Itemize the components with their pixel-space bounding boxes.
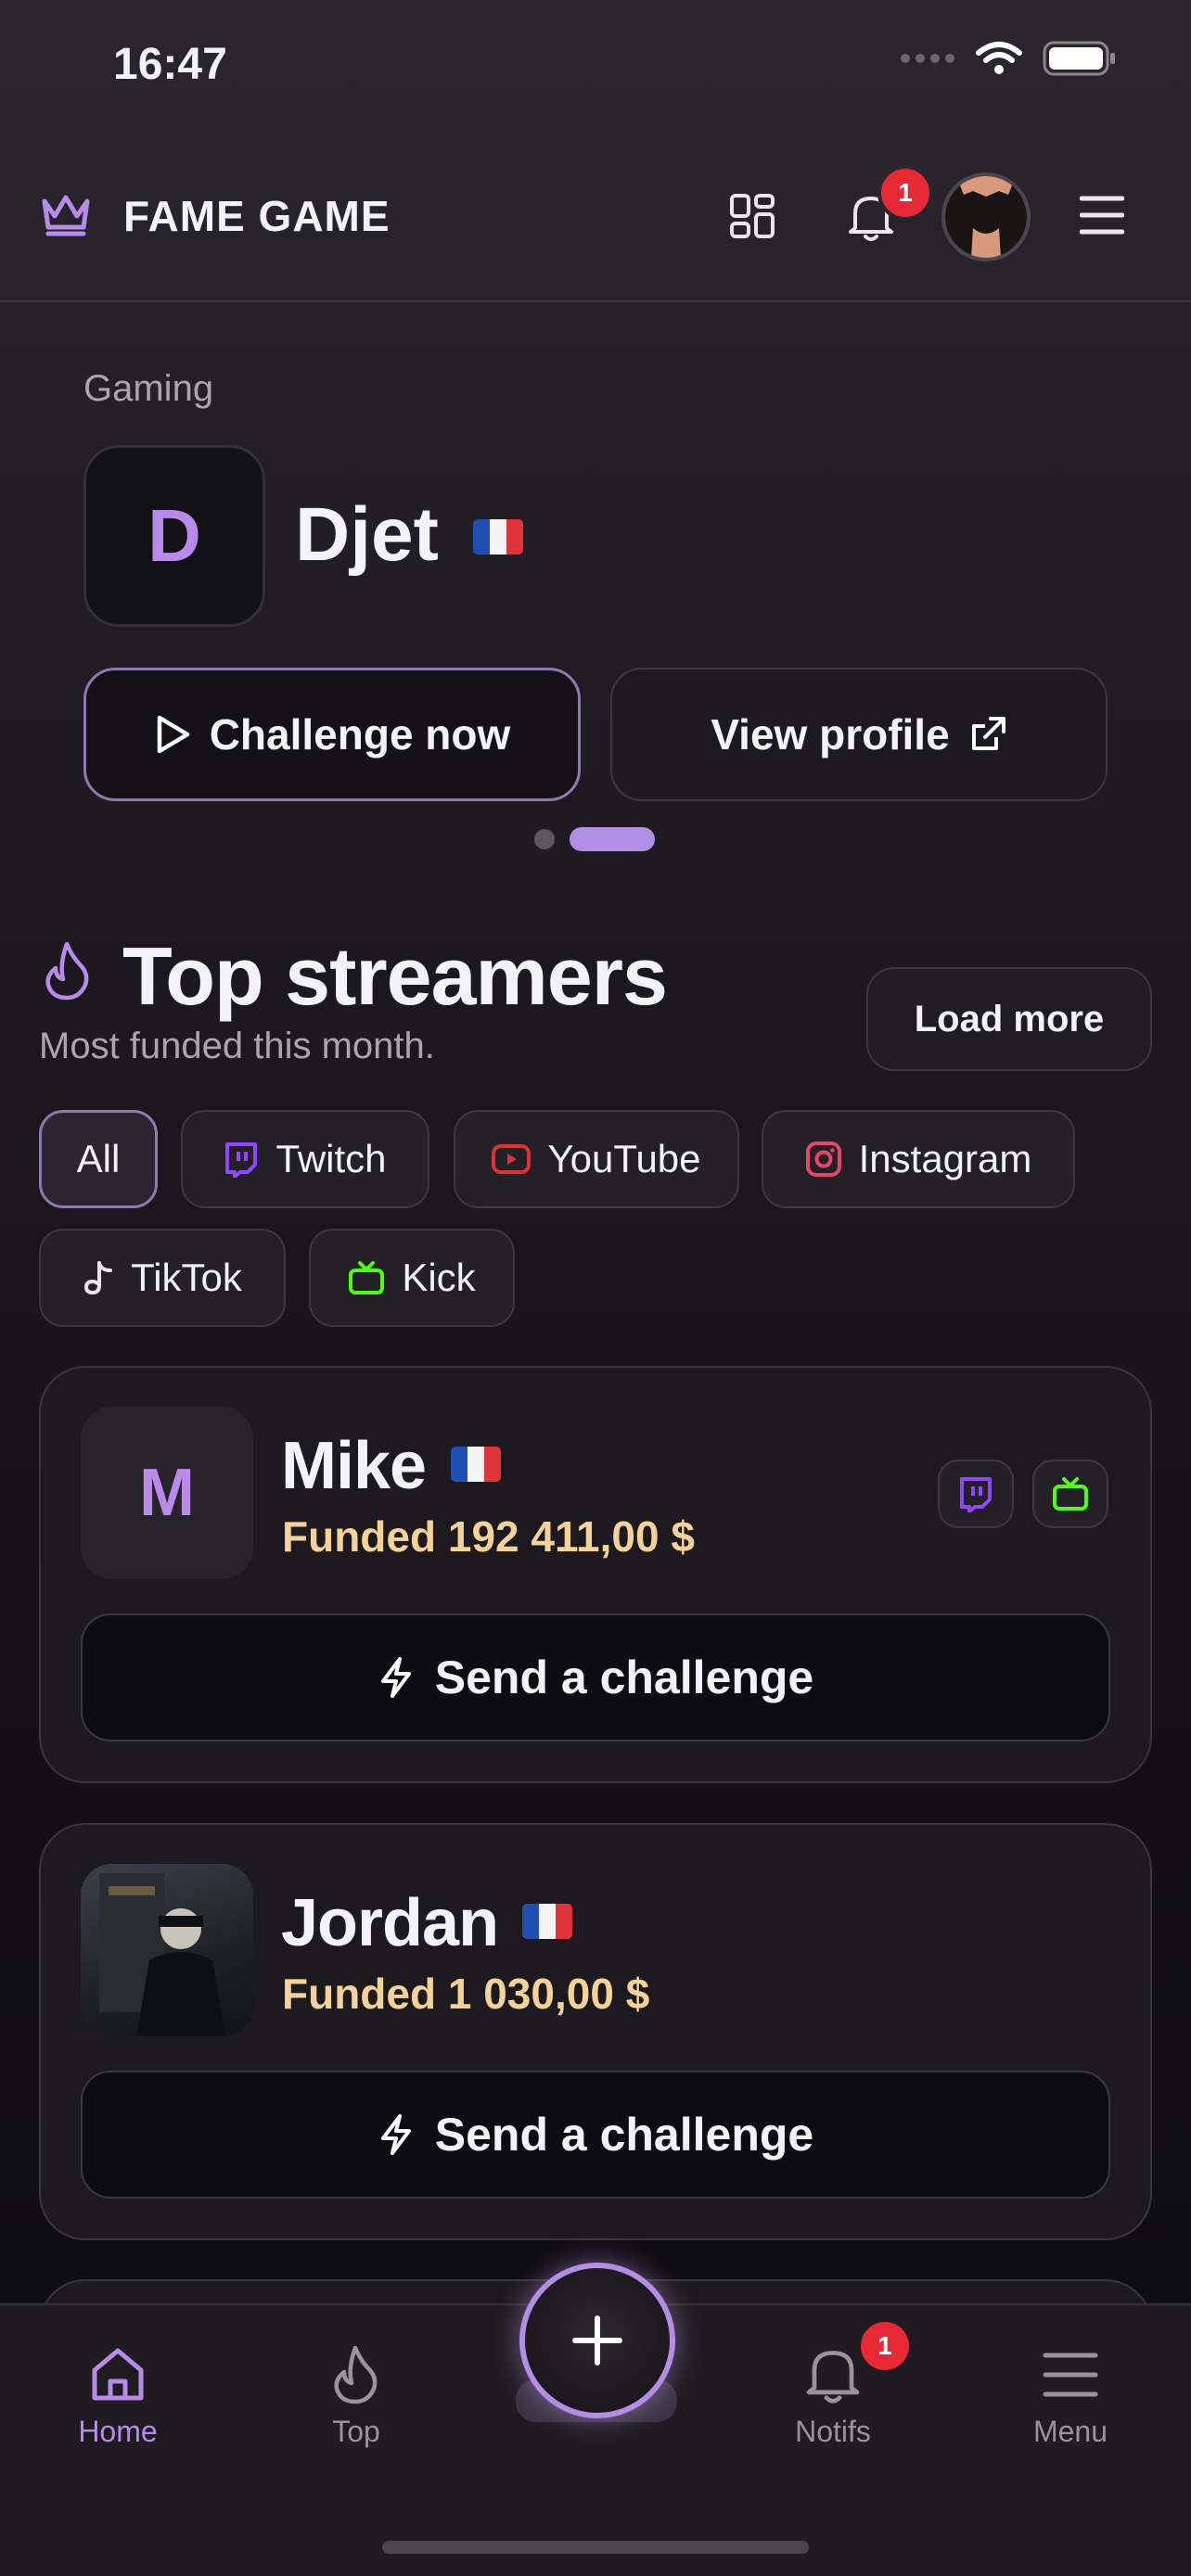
hamburger-menu-icon — [1043, 2353, 1098, 2397]
filter-label: Instagram — [858, 1137, 1032, 1180]
streamer-name: Mike — [281, 1429, 427, 1503]
send-challenge-label: Send a challenge — [434, 2109, 814, 2161]
france-flag-icon — [522, 1904, 572, 1939]
plus-icon — [572, 2315, 622, 2366]
battery-icon — [1043, 41, 1115, 76]
bell-icon — [806, 2351, 860, 2404]
section-subtitle: Most funded this month. — [39, 1026, 435, 1066]
grid-icon[interactable] — [729, 193, 775, 239]
twitch-icon — [960, 1477, 992, 1512]
hamburger-menu-icon[interactable] — [1080, 195, 1124, 236]
tab-top[interactable]: Top — [273, 2344, 440, 2449]
filter-label: YouTube — [547, 1137, 701, 1180]
platform-twitch-badge[interactable] — [938, 1460, 1014, 1528]
notification-badge: 1 — [857, 2318, 913, 2374]
streamer-funded: Funded 1 030,00 $ — [282, 1970, 650, 2018]
filter-tiktok[interactable]: TikTok — [39, 1229, 286, 1327]
featured-category: Gaming — [83, 368, 214, 409]
create-button[interactable] — [519, 2263, 675, 2418]
brand-name: FAME GAME — [123, 192, 391, 240]
load-more-button[interactable]: Load more — [866, 967, 1152, 1071]
send-challenge-label: Send a challenge — [434, 1651, 814, 1703]
twitch-icon — [225, 1142, 258, 1178]
avatar-image — [99, 1873, 225, 2036]
carousel-dot[interactable] — [534, 829, 555, 849]
section-title: Top streamers — [122, 930, 668, 1022]
streamer-avatar — [81, 1864, 253, 2036]
kick-icon — [349, 1261, 385, 1294]
tab-label: Home — [78, 2415, 158, 2448]
filter-label: Twitch — [275, 1137, 387, 1180]
view-profile-button[interactable]: View profile — [610, 668, 1108, 801]
instagram-icon — [805, 1141, 841, 1177]
filter-youtube[interactable]: YouTube — [454, 1110, 739, 1208]
send-challenge-button[interactable]: Send a challenge — [81, 1613, 1110, 1741]
kick-icon — [1053, 1477, 1088, 1511]
home-icon — [92, 2348, 144, 2401]
crown-icon — [42, 195, 90, 236]
avatar-image — [945, 176, 1027, 258]
youtube-icon — [492, 1144, 531, 1174]
tab-label: Top — [332, 2415, 380, 2448]
challenge-now-button[interactable]: Challenge now — [83, 668, 581, 801]
tab-menu[interactable]: Menu — [987, 2344, 1154, 2449]
featured-name: Djet — [295, 492, 439, 577]
user-avatar[interactable] — [941, 172, 1031, 261]
platform-kick-badge[interactable] — [1032, 1460, 1108, 1528]
tab-label: Menu — [1032, 2415, 1108, 2448]
wifi-icon — [976, 42, 1022, 74]
filter-kick[interactable]: Kick — [309, 1229, 515, 1327]
filter-label: TikTok — [131, 1256, 242, 1299]
play-icon — [157, 715, 189, 754]
cellular-icon — [901, 54, 954, 63]
status-time: 16:47 — [113, 40, 227, 89]
fire-icon — [334, 2345, 378, 2404]
tiktok-icon — [84, 1261, 113, 1295]
france-flag-icon — [451, 1447, 501, 1482]
fire-icon — [45, 941, 89, 1001]
send-challenge-button[interactable]: Send a challenge — [81, 2071, 1110, 2199]
challenge-now-label: Challenge now — [209, 710, 511, 759]
view-profile-label: View profile — [711, 710, 950, 759]
filter-label: Kick — [402, 1256, 476, 1299]
tab-home[interactable]: Home — [34, 2344, 201, 2449]
carousel-dot-active[interactable] — [570, 827, 655, 851]
streamer-name: Jordan — [281, 1886, 499, 1960]
france-flag-icon — [473, 519, 523, 555]
filter-all[interactable]: All — [39, 1110, 158, 1208]
external-link-icon — [971, 717, 1005, 750]
status-icons — [900, 41, 1117, 76]
filter-twitch[interactable]: Twitch — [181, 1110, 429, 1208]
lightning-icon — [380, 2114, 411, 2155]
featured-avatar: D — [83, 445, 265, 627]
lightning-icon — [380, 1657, 411, 1698]
filter-label: All — [76, 1137, 121, 1180]
filter-instagram[interactable]: Instagram — [762, 1110, 1075, 1208]
carousel-indicator[interactable] — [534, 827, 655, 851]
tab-label: Notifs — [795, 2415, 871, 2448]
streamer-avatar: M — [81, 1407, 253, 1579]
home-indicator[interactable] — [382, 2541, 809, 2554]
notification-badge: 1 — [877, 165, 933, 221]
streamer-funded: Funded 192 411,00 $ — [282, 1512, 695, 1561]
